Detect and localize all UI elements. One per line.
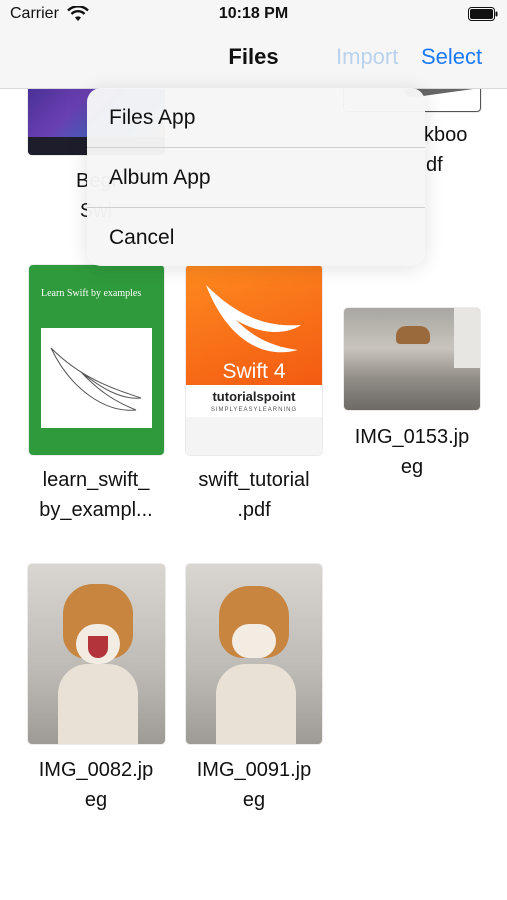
file-label-line: eg (400, 456, 424, 478)
import-button[interactable]: Import (336, 44, 398, 70)
file-label-line: .pdf (237, 499, 271, 521)
file-label-line: IMG_0091.jp (196, 759, 312, 781)
file-thumbnail-learn-swift[interactable]: Learn Swift by examples (29, 265, 164, 455)
file-label-line: eg (84, 789, 108, 811)
import-source-menu: Files App Album App Cancel (87, 88, 425, 266)
menu-item-cancel[interactable]: Cancel (87, 208, 425, 266)
cover-brand: tutorialspoint (212, 389, 296, 404)
file-thumbnail-img-0153[interactable] (344, 308, 480, 410)
swift-bird-icon (50, 347, 142, 411)
file-thumbnail-swift-tutorial[interactable]: Swift 4 tutorialspoint SIMPLYEASYLEARNIN… (186, 265, 322, 455)
menu-item-files-app[interactable]: Files App (87, 88, 425, 147)
file-label-line: by_exampl... (39, 499, 153, 521)
file-label-swift-tutorial: swift_tutorial .pdf (174, 465, 334, 525)
menu-item-album-app[interactable]: Album App (87, 148, 425, 207)
file-label-line: IMG_0082.jp (38, 759, 154, 781)
file-label-line: learn_swift_ (42, 469, 150, 491)
file-label-line: IMG_0153.jp (354, 426, 470, 448)
file-thumbnail-img-0082[interactable] (28, 564, 165, 744)
file-label-img-0082: IMG_0082.jp eg (16, 755, 176, 815)
file-thumbnail-img-0091[interactable] (186, 564, 322, 744)
swift-bird-icon (206, 285, 301, 353)
file-label-learn-swift: learn_swift_ by_exampl... (16, 465, 176, 525)
cover-tagline: SIMPLYEASYLEARNING (210, 407, 298, 413)
file-label-img-0091: IMG_0091.jp eg (174, 755, 334, 815)
file-label-line: swift_tutorial (198, 469, 310, 491)
file-label-line: eg (242, 789, 266, 811)
file-label-img-0153: IMG_0153.jp eg (332, 422, 492, 482)
cover-title: Learn Swift by examples (41, 288, 142, 299)
cover-title: Swift 4 (222, 360, 286, 383)
select-button[interactable]: Select (421, 44, 482, 70)
navigation-bar: Files Import Select (0, 30, 507, 89)
